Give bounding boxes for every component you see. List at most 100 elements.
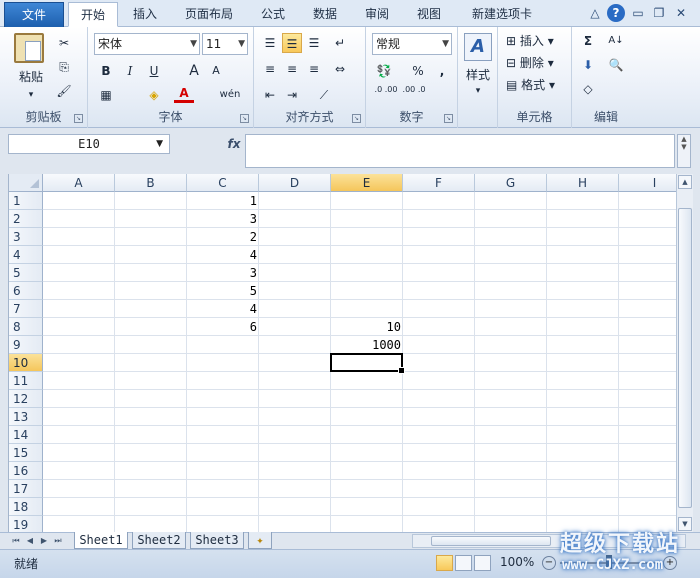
tab-review[interactable]: 审阅 [356,2,398,27]
align-center-icon[interactable]: ≡ [282,59,302,79]
column-header-g[interactable]: G [475,174,547,192]
fill-down-icon[interactable]: ⬇ [578,55,598,75]
column-header-c[interactable]: C [187,174,259,192]
paste-dropdown-icon[interactable]: ▾ [14,85,48,105]
cell-c4[interactable]: 4 [187,246,259,264]
tab-view[interactable]: 视图 [408,2,450,27]
row-header-19[interactable]: 19 [9,516,43,532]
tab-page-layout[interactable]: 页面布局 [176,2,242,27]
tab-file[interactable]: 文件 [4,2,64,27]
row-header-8[interactable]: 8 [9,318,43,336]
row-header-4[interactable]: 4 [9,246,43,264]
vertical-scroll-thumb[interactable] [678,208,692,508]
sheet-tab-sheet1[interactable]: Sheet1 [74,532,128,549]
find-select-icon[interactable]: 🔍 [606,55,626,75]
cell-e8[interactable]: 10 [331,318,403,336]
merge-cells-icon[interactable]: ⇔ [330,59,350,79]
last-sheet-icon[interactable]: ⏭ [52,535,64,547]
scroll-up-icon[interactable]: ▲ [678,175,692,189]
zoom-in-icon[interactable]: + [663,556,677,570]
column-header-d[interactable]: D [259,174,331,192]
row-header-12[interactable]: 12 [9,390,43,408]
help-icon[interactable]: ? [607,4,625,22]
restore-icon[interactable]: ❐ [650,4,668,22]
zoom-level[interactable]: 100% [500,555,534,569]
autosum-icon[interactable]: Σ [578,31,598,51]
minimize-icon[interactable]: ▭ [629,4,647,22]
sheet-tab-sheet3[interactable]: Sheet3 [190,532,244,549]
font-color-icon[interactable]: A [174,85,194,103]
cell-c3[interactable]: 2 [187,228,259,246]
zoom-slider-thumb[interactable] [606,555,612,569]
tab-new-tab[interactable]: 新建选项卡 [462,2,542,27]
clipboard-launcher-icon[interactable]: ↘ [74,114,83,123]
align-top-icon[interactable]: ☰ [260,33,280,53]
tab-data[interactable]: 数据 [304,2,346,27]
underline-button[interactable]: U [144,61,164,81]
row-header-1[interactable]: 1 [9,192,43,210]
row-header-11[interactable]: 11 [9,372,43,390]
cell-c5[interactable]: 3 [187,264,259,282]
sort-filter-icon[interactable]: A↓ [606,31,626,51]
font-size-select[interactable]: 11 ▼ [202,33,248,55]
row-header-9[interactable]: 9 [9,336,43,354]
column-header-i[interactable]: I [619,174,676,192]
paste-icon[interactable] [14,33,44,63]
zoom-out-icon[interactable]: − [542,556,556,570]
column-header-f[interactable]: F [403,174,475,192]
paste-button[interactable]: 粘贴 [14,67,48,87]
number-format-select[interactable]: 常规 ▼ [372,33,452,55]
format-painter-icon[interactable]: 🖌 [54,81,74,101]
insert-function-icon[interactable]: fx [224,134,244,154]
phonetic-icon[interactable]: wén [214,85,246,105]
page-break-view-icon[interactable] [474,555,491,571]
row-header-13[interactable]: 13 [9,408,43,426]
row-header-15[interactable]: 15 [9,444,43,462]
border-icon[interactable]: ▦ [96,85,116,105]
row-header-6[interactable]: 6 [9,282,43,300]
ribbon-collapse-icon[interactable]: △ [586,4,604,22]
styles-icon[interactable]: A [464,33,492,61]
row-header-17[interactable]: 17 [9,480,43,498]
decrease-decimal-button[interactable]: .00 .0 [400,85,428,105]
cell-c7[interactable]: 4 [187,300,259,318]
horizontal-scroll-thumb[interactable] [431,536,551,546]
comma-button[interactable]: , [432,61,452,81]
insert-cells-button[interactable]: ⊞ 插入 ▾ [506,31,566,51]
row-header-16[interactable]: 16 [9,462,43,480]
grow-font-button[interactable]: A [184,61,204,81]
shrink-font-button[interactable]: A [206,61,226,81]
row-header-2[interactable]: 2 [9,210,43,228]
new-sheet-icon[interactable]: ✦ [248,532,272,549]
percent-button[interactable]: % [408,61,428,81]
vertical-scrollbar[interactable]: ▲ ▼ [676,174,693,532]
name-box[interactable]: E10 ▼ [8,134,170,154]
next-sheet-icon[interactable]: ▶ [38,535,50,547]
cell-c8[interactable]: 6 [187,318,259,336]
horizontal-scrollbar[interactable] [412,534,686,548]
scroll-down-icon[interactable]: ▼ [678,517,692,531]
spreadsheet-grid[interactable]: A B C D E F G H I 1 2 3 4 5 6 7 8 9 10 11 12 13 14 15 16 17 18 19 1 3… [8,174,676,532]
formula-expand-icon[interactable]: ▲ ▼ [677,134,691,168]
wrap-text-icon[interactable]: ↵ [330,33,350,53]
row-header-18[interactable]: 18 [9,498,43,516]
row-header-7[interactable]: 7 [9,300,43,318]
column-header-a[interactable]: A [43,174,115,192]
increase-decimal-button[interactable]: .0 .00 [372,85,400,105]
fill-color-icon[interactable]: ◈ [144,85,164,105]
cell-c6[interactable]: 5 [187,282,259,300]
clear-icon[interactable]: ◇ [578,79,598,99]
alignment-launcher-icon[interactable]: ↘ [352,114,361,123]
sheet-tab-sheet2[interactable]: Sheet2 [132,532,186,549]
align-left-icon[interactable]: ≡ [260,59,280,79]
align-middle-icon[interactable]: ☰ [282,33,302,53]
tab-home[interactable]: 开始 [68,2,118,27]
delete-cells-button[interactable]: ⊟ 删除 ▾ [506,53,566,73]
prev-sheet-icon[interactable]: ◀ [24,535,36,547]
orientation-icon[interactable]: ⟋ [314,85,334,105]
row-header-3[interactable]: 3 [9,228,43,246]
bold-button[interactable]: B [96,61,116,81]
styles-dropdown-icon[interactable]: ▾ [458,81,498,101]
tab-insert[interactable]: 插入 [122,2,168,27]
column-header-e[interactable]: E [331,174,403,192]
